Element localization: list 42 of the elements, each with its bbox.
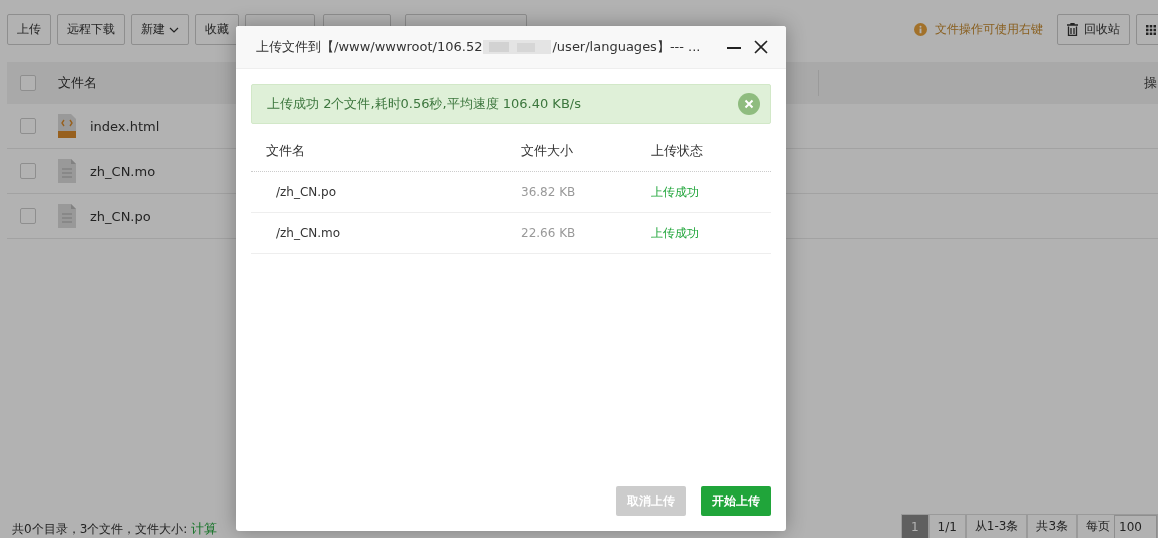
grid-view-button[interactable] [1136,14,1158,45]
alert-text: 上传成功 2个文件,耗时0.56秒,平均速度 106.40 KB/s [267,95,581,113]
file-name[interactable]: zh_CN.mo [90,163,156,179]
file-size: 36.82 KB [521,185,577,199]
toolbar-button[interactable]: 收藏 [195,14,239,45]
grid-icon [1146,23,1156,36]
dialog-title: /user/languages】--- ... [552,38,701,56]
status-text: 共0个目录，3个文件，文件大小: [12,521,188,538]
column-header: 文件大小 [521,142,574,160]
recycle-bin-button[interactable]: 回收站 [1057,14,1130,45]
file-path: /zh_CN.po [275,185,338,199]
file-path: /zh_CN.mo [275,226,342,240]
page-range: 从1-3条 [965,514,1028,538]
file-icon [58,204,76,228]
file-name[interactable]: zh_CN.po [90,208,151,224]
column-header: 操 [1144,74,1157,92]
upload-status: 上传成功 [651,183,699,201]
toolbar-button[interactable]: 新建 [131,14,189,45]
file-icon [58,159,76,183]
hint-text: 文件操作可使用右键 [935,21,1043,38]
per-page-select[interactable]: 100 [1114,515,1157,538]
file-name[interactable]: index.html [90,118,160,134]
checkbox[interactable] [20,118,36,134]
checkbox[interactable] [20,163,36,179]
checkbox[interactable] [20,208,36,224]
column-header: 文件名 [58,74,98,92]
file-size: 22.66 KB [521,226,577,240]
column-header: 上传状态 [651,142,703,160]
redacted-mark [483,40,552,54]
toolbar-button[interactable]: 上传 [7,14,51,45]
total-count: 共3条 [1027,514,1078,538]
upload-status: 上传成功 [651,224,699,242]
dialog-title: 上传文件到【/www/wwwroot/106.52 [256,38,483,56]
page-count: 1/1 [928,514,966,538]
toolbar-button[interactable]: 远程下载 [57,14,125,45]
html-file-icon [58,114,76,138]
info-icon [914,23,927,36]
close-icon[interactable] [754,40,768,54]
trash-icon [1067,23,1078,36]
per-page-label: 每页 [1086,518,1111,535]
column-header: 文件名 [265,142,306,160]
checkbox[interactable] [20,75,36,91]
